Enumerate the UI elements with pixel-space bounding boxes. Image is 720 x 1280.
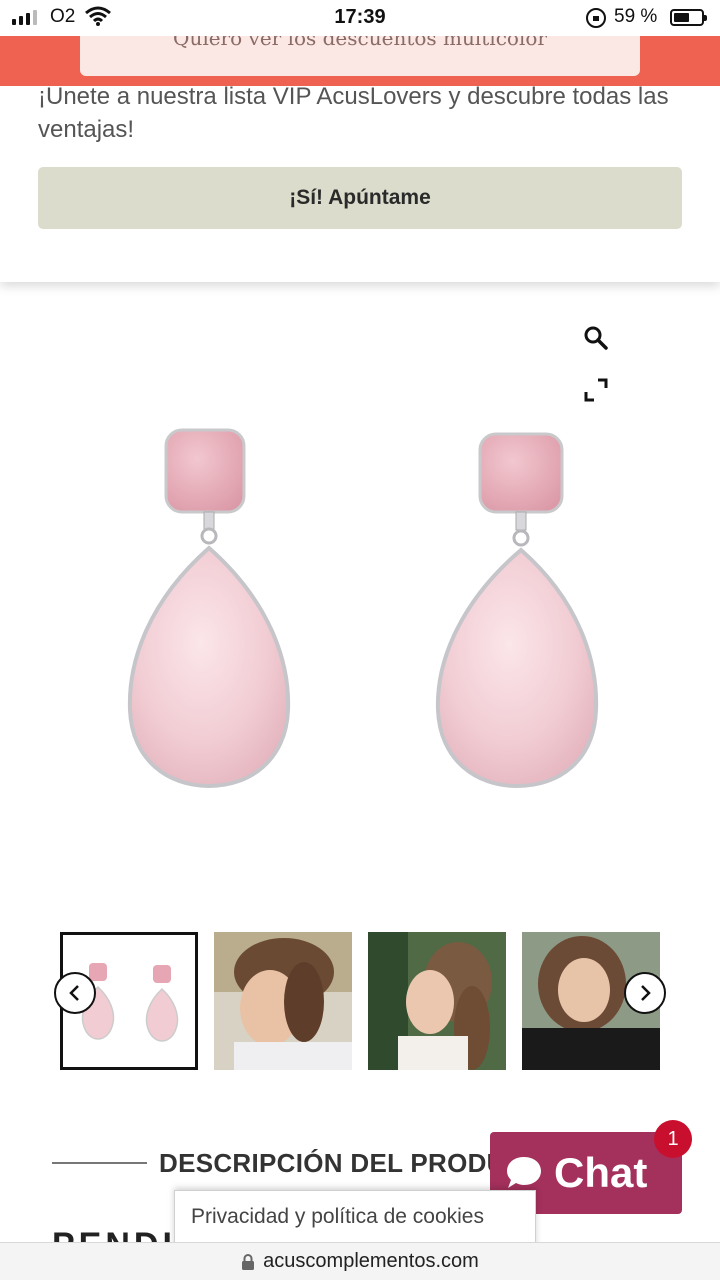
carousel-next-button[interactable] [624,972,666,1014]
thumbnail-model-hand-image [368,932,506,1070]
battery-fill [674,13,689,22]
page: O2 17:39 59 % Quiero ver los descuentos … [0,0,720,1280]
promo-button[interactable]: Quiero ver los descuentos multicolor [80,36,640,76]
chat-bubble-icon [507,1157,541,1188]
promo-button-label: Quiero ver los descuentos multicolor [173,36,547,50]
fullscreen-icon [584,378,608,402]
product-image[interactable] [0,300,720,900]
privacy-policy-label: Privacidad y política de cookies [191,1205,484,1228]
vip-signup-card: ¡Únete a nuestra lista VIP AcusLovers y … [0,83,720,282]
vip-signup-text: ¡Únete a nuestra lista VIP AcusLovers y … [38,83,669,143]
status-bar: O2 17:39 59 % [0,0,720,36]
browser-address-bar[interactable]: acuscomplementos.com [0,1242,720,1280]
fullscreen-button[interactable] [578,372,614,408]
chat-button-label: Chat [554,1149,648,1196]
zoom-button[interactable] [578,320,614,356]
browser-url: acuscomplementos.com [263,1250,479,1272]
chevron-right-icon [641,985,651,1001]
vip-signup-button[interactable]: ¡Sí! Apúntame [38,167,682,229]
right-earring [435,432,599,789]
left-earring [127,428,291,789]
thumbnail-carousel [54,932,666,1072]
carousel-prev-button[interactable] [54,972,96,1014]
thumbnail-model-profile[interactable] [214,932,352,1070]
clock: 17:39 [334,6,386,28]
thumbnail-model-profile-image [214,932,352,1070]
chevron-left-icon [69,985,79,1001]
search-icon [584,326,608,350]
chat-notification-badge: 1 [654,1120,692,1158]
lock-icon [242,1253,255,1270]
privacy-policy-popup[interactable]: Privacidad y política de cookies [174,1190,536,1250]
battery-icon [670,9,707,26]
heading-divider [52,1162,147,1164]
orientation-lock-icon [586,8,606,28]
thumbnail-model-hand[interactable] [368,932,506,1070]
promo-banner: Quiero ver los descuentos multicolor [0,36,720,86]
battery-percentage: 59 % [614,6,658,27]
